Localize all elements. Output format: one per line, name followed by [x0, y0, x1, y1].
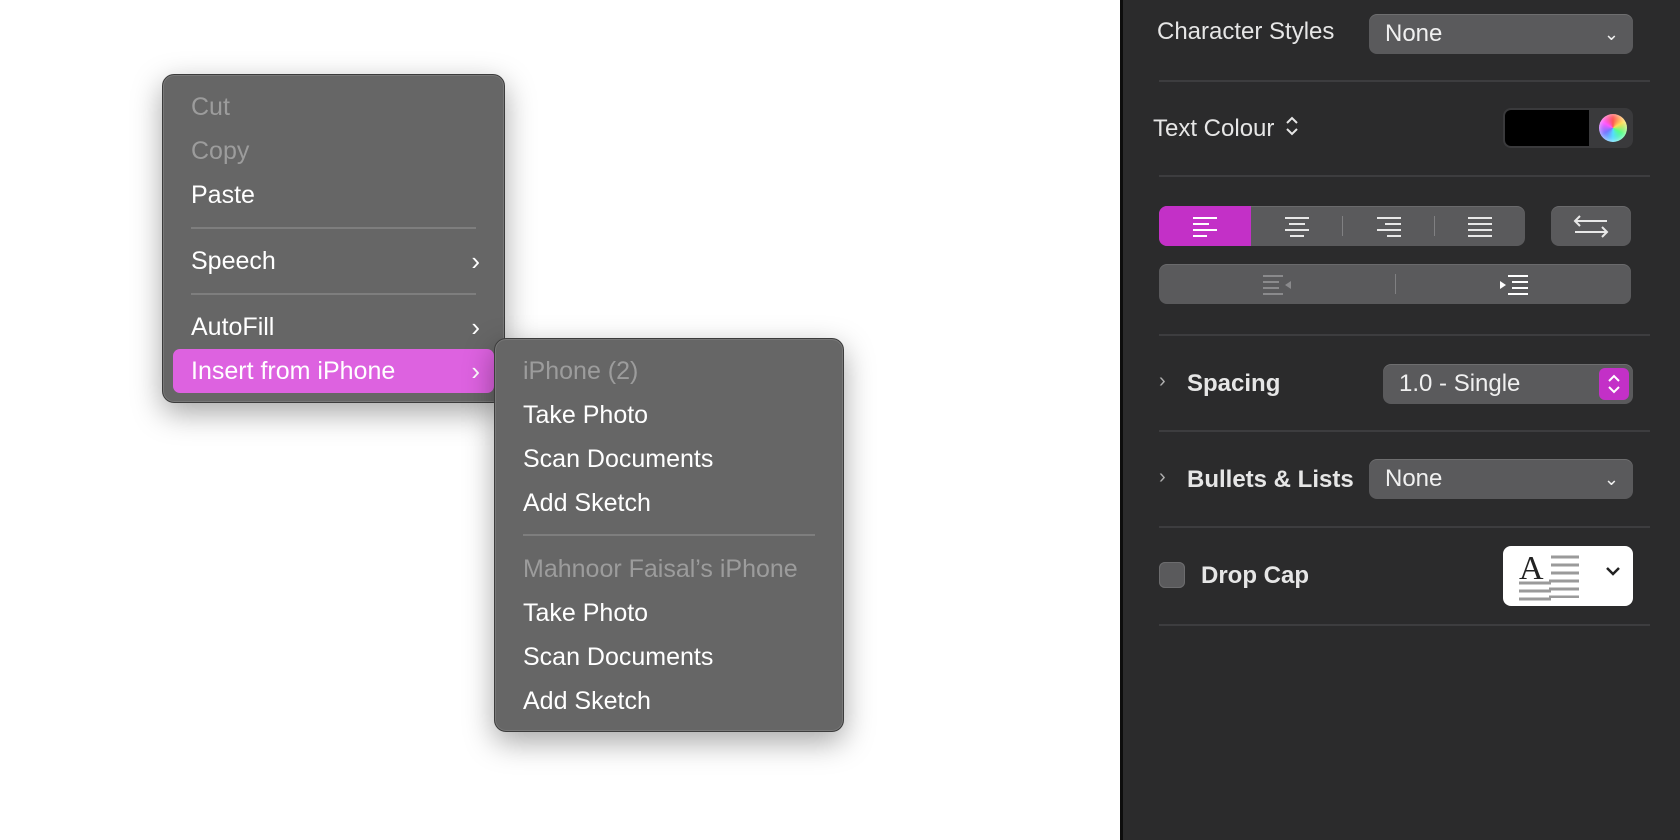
drop-cap-style-popup[interactable]: A	[1503, 546, 1633, 606]
align-left-button[interactable]	[1159, 206, 1251, 246]
menu-item-label: Take Photo	[523, 401, 649, 429]
indent-segmented-control	[1159, 264, 1631, 304]
menu-item-label: Speech	[191, 247, 276, 275]
format-inspector-panel: Character Styles None ⌄ Text Colour › Sp…	[1120, 0, 1680, 840]
divider	[1159, 80, 1650, 82]
submenu-item-add-sketch[interactable]: Add Sketch	[505, 481, 833, 525]
submenu-header-mahnoor-iphone: Mahnoor Faisal’s iPhone	[505, 547, 833, 591]
spacing-label[interactable]: Spacing	[1187, 370, 1280, 398]
menu-item-label: Paste	[191, 181, 255, 209]
align-right-icon	[1377, 217, 1401, 237]
bullets-lists-popup[interactable]: None ⌄	[1369, 459, 1633, 499]
up-down-chevron-icon	[1608, 374, 1620, 394]
menu-item-insert-from-iphone[interactable]: Insert from iPhone ›	[173, 349, 494, 393]
align-center-button[interactable]	[1251, 206, 1343, 246]
drop-cap-label: Drop Cap	[1201, 562, 1309, 589]
align-center-icon	[1285, 217, 1309, 237]
text-direction-button[interactable]	[1551, 206, 1631, 246]
alignment-segmented-control	[1159, 206, 1525, 246]
menu-item-copy: Copy	[173, 129, 494, 173]
menu-separator	[523, 534, 815, 536]
bullets-lists-label[interactable]: Bullets & Lists	[1187, 466, 1354, 494]
colour-swatch[interactable]	[1505, 110, 1589, 146]
chevron-right-icon: ›	[471, 356, 480, 386]
menu-item-paste[interactable]: Paste	[173, 173, 494, 217]
submenu-item-take-photo[interactable]: Take Photo	[505, 393, 833, 437]
submenu-header-iphone: iPhone (2)	[505, 349, 833, 393]
menu-item-cut: Cut	[173, 85, 494, 129]
text-colour-label[interactable]: Text Colour	[1153, 114, 1299, 145]
bullets-lists-value: None	[1385, 465, 1443, 492]
up-down-chevron-icon	[1285, 114, 1299, 145]
drop-cap-lines-left-icon	[1519, 581, 1551, 601]
drop-cap-lines-icon	[1549, 555, 1579, 598]
menu-item-label: Add Sketch	[523, 489, 651, 517]
text-direction-icon	[1551, 206, 1631, 246]
submenu-item-add-sketch[interactable]: Add Sketch	[505, 679, 833, 723]
submenu-header-label: iPhone (2)	[523, 357, 639, 385]
chevron-right-icon: ›	[471, 246, 480, 276]
bullets-disclosure-icon[interactable]: ›	[1159, 466, 1166, 489]
chevron-down-icon: ⌄	[1603, 469, 1619, 489]
align-right-button[interactable]	[1343, 206, 1435, 246]
menu-item-autofill[interactable]: AutoFill ›	[173, 305, 494, 349]
spacing-value: 1.0 - Single	[1399, 370, 1521, 397]
submenu-item-scan-documents[interactable]: Scan Documents	[505, 437, 833, 481]
menu-item-label: Scan Documents	[523, 643, 714, 671]
character-styles-popup[interactable]: None ⌄	[1369, 14, 1633, 54]
increase-indent-icon	[1499, 275, 1528, 295]
character-styles-value: None	[1385, 20, 1443, 47]
divider	[1159, 430, 1650, 432]
align-left-icon	[1193, 217, 1217, 237]
menu-item-label: Scan Documents	[523, 445, 714, 473]
character-styles-label: Character Styles	[1157, 18, 1335, 45]
divider	[1159, 175, 1650, 177]
drop-cap-checkbox[interactable]	[1159, 562, 1185, 588]
spacing-stepper[interactable]	[1599, 368, 1629, 400]
menu-item-label: AutoFill	[191, 313, 275, 341]
menu-item-label: Add Sketch	[523, 687, 651, 715]
submenu-item-scan-documents[interactable]: Scan Documents	[505, 635, 833, 679]
spacing-disclosure-icon[interactable]: ›	[1159, 370, 1166, 393]
menu-item-label: Copy	[191, 137, 250, 165]
increase-indent-button[interactable]	[1396, 264, 1631, 304]
menu-item-label: Insert from iPhone	[191, 357, 396, 385]
submenu-item-take-photo[interactable]: Take Photo	[505, 591, 833, 635]
text-colour-well[interactable]	[1503, 108, 1633, 148]
chevron-right-icon: ›	[471, 312, 480, 342]
insert-from-iphone-submenu: iPhone (2) Take Photo Scan Documents Add…	[494, 338, 844, 732]
menu-item-label: Take Photo	[523, 599, 649, 627]
context-menu: Cut Copy Paste Speech › AutoFill › Insert …	[162, 74, 505, 403]
menu-item-label: Cut	[191, 93, 230, 121]
divider	[1159, 526, 1650, 528]
chevron-down-icon	[1605, 564, 1621, 582]
divider	[1159, 624, 1650, 626]
menu-item-speech[interactable]: Speech ›	[173, 239, 494, 283]
text-colour-label-text: Text Colour	[1153, 114, 1275, 142]
spacing-stepper-field[interactable]: 1.0 - Single	[1383, 364, 1633, 404]
decrease-indent-icon	[1263, 275, 1291, 295]
align-justify-button[interactable]	[1435, 206, 1525, 246]
colour-wheel-icon[interactable]	[1599, 114, 1627, 142]
chevron-down-icon: ⌄	[1603, 24, 1619, 44]
divider	[1159, 334, 1650, 336]
decrease-indent-button[interactable]	[1159, 264, 1395, 304]
align-justify-icon	[1468, 217, 1492, 237]
menu-separator	[191, 227, 476, 229]
submenu-header-label: Mahnoor Faisal’s iPhone	[523, 555, 798, 583]
menu-separator	[191, 293, 476, 295]
